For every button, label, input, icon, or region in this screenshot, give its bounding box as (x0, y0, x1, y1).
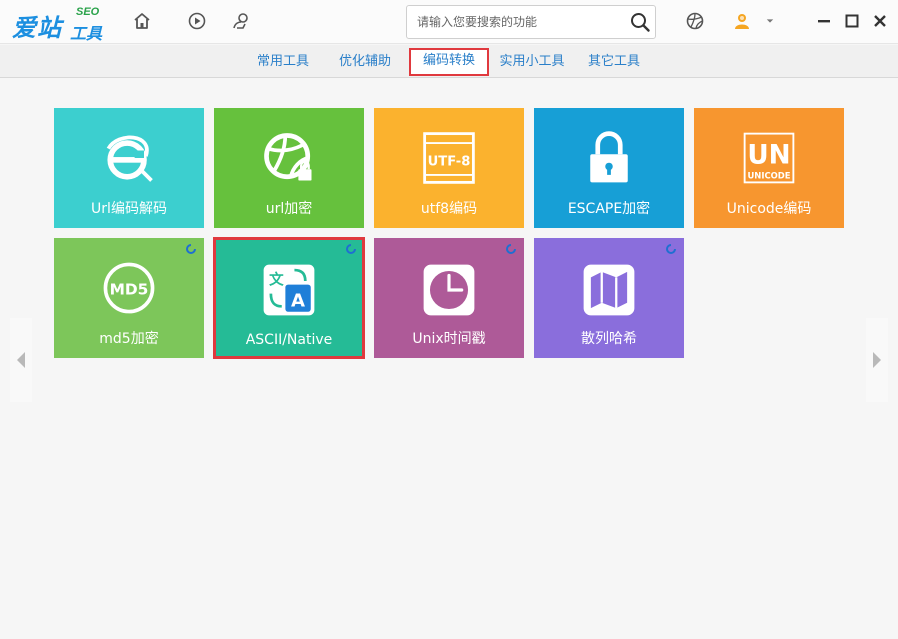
prev-page-button[interactable] (10, 318, 32, 402)
search-input[interactable] (407, 6, 627, 38)
logo-main-text: 爱站 (12, 15, 62, 42)
tab-encoding[interactable]: 编码转换 (409, 48, 489, 76)
tab-optimization[interactable]: 优化辅助 (332, 49, 398, 76)
translate-icon-text-a: 文 (269, 271, 284, 289)
tool-tile-escape[interactable]: ESCAPE加密 (534, 108, 684, 228)
category-tabs: 常用工具 优化辅助 编码转换 实用小工具 其它工具 (0, 45, 898, 78)
tile-label: md5加密 (99, 331, 159, 347)
tool-tile-url-encrypt[interactable]: url加密 (214, 108, 364, 228)
tool-tile-hash[interactable]: 散列哈希 (534, 238, 684, 358)
unicode-icon-subtext: UNICODE (747, 171, 790, 181)
padlock-icon (577, 126, 641, 190)
globe-lock-icon (257, 126, 321, 190)
ie-browser-icon (97, 126, 161, 190)
tile-label: ASCII/Native (245, 332, 333, 348)
dropdown-arrow-icon[interactable] (763, 10, 777, 32)
tile-label: ESCAPE加密 (567, 201, 651, 217)
tile-label: Url编码解码 (91, 201, 167, 217)
chevron-left-icon (17, 352, 25, 368)
translate-icon-text-b: A (291, 290, 305, 311)
title-bar: 爱站 SEO 工具包 (0, 0, 898, 67)
utf8-icon-text: UTF-8 (428, 155, 471, 170)
search-icon[interactable] (629, 11, 651, 33)
home-icon[interactable] (131, 10, 153, 32)
loading-spinner-icon (506, 244, 516, 254)
loading-spinner-icon (186, 244, 196, 254)
app-logo[interactable]: 爱站 SEO 工具包 (12, 6, 112, 67)
next-page-button[interactable] (866, 318, 888, 402)
logo-seo-text: SEO (76, 6, 100, 18)
tool-tile-md5[interactable]: MD5 md5加密 (54, 238, 204, 358)
utf8-icon: UTF-8 (417, 126, 481, 190)
maximize-icon[interactable] (843, 12, 861, 30)
unicode-icon: UN UNICODE (737, 126, 801, 190)
tool-tile-ascii-native[interactable]: 文 A ASCII/Native (213, 237, 365, 359)
loading-spinner-icon (346, 244, 356, 254)
search-box (406, 5, 656, 39)
tab-utilities[interactable]: 实用小工具 (495, 49, 569, 76)
tool-tile-unicode[interactable]: UN UNICODE Unicode编码 (694, 108, 844, 228)
tool-tile-utf8[interactable]: UTF-8 utf8编码 (374, 108, 524, 228)
play-icon[interactable] (186, 10, 208, 32)
user-avatar-icon[interactable] (731, 10, 753, 32)
tile-label: Unix时间戳 (412, 331, 486, 347)
close-icon[interactable] (871, 12, 889, 30)
minimize-icon[interactable] (815, 12, 833, 30)
tile-label: 散列哈希 (581, 331, 637, 347)
md5-icon-text: MD5 (110, 280, 149, 298)
tab-other-tools[interactable]: 其它工具 (581, 49, 647, 76)
tool-tile-unix-timestamp[interactable]: Unix时间戳 (374, 238, 524, 358)
tile-label: utf8编码 (420, 201, 478, 217)
clock-icon (417, 258, 481, 322)
browser-icon[interactable] (684, 10, 706, 32)
map-icon (577, 258, 641, 322)
loading-spinner-icon (666, 244, 676, 254)
chevron-right-icon (873, 352, 881, 368)
tile-label: url加密 (265, 201, 313, 217)
tool-tile-url-encode[interactable]: Url编码解码 (54, 108, 204, 228)
unicode-icon-text: UN (747, 141, 790, 171)
tab-common-tools[interactable]: 常用工具 (250, 49, 316, 76)
tile-label: Unicode编码 (726, 201, 812, 217)
md5-icon: MD5 (97, 256, 161, 320)
feedback-icon[interactable] (230, 10, 252, 32)
translate-icon: 文 A (257, 258, 321, 322)
